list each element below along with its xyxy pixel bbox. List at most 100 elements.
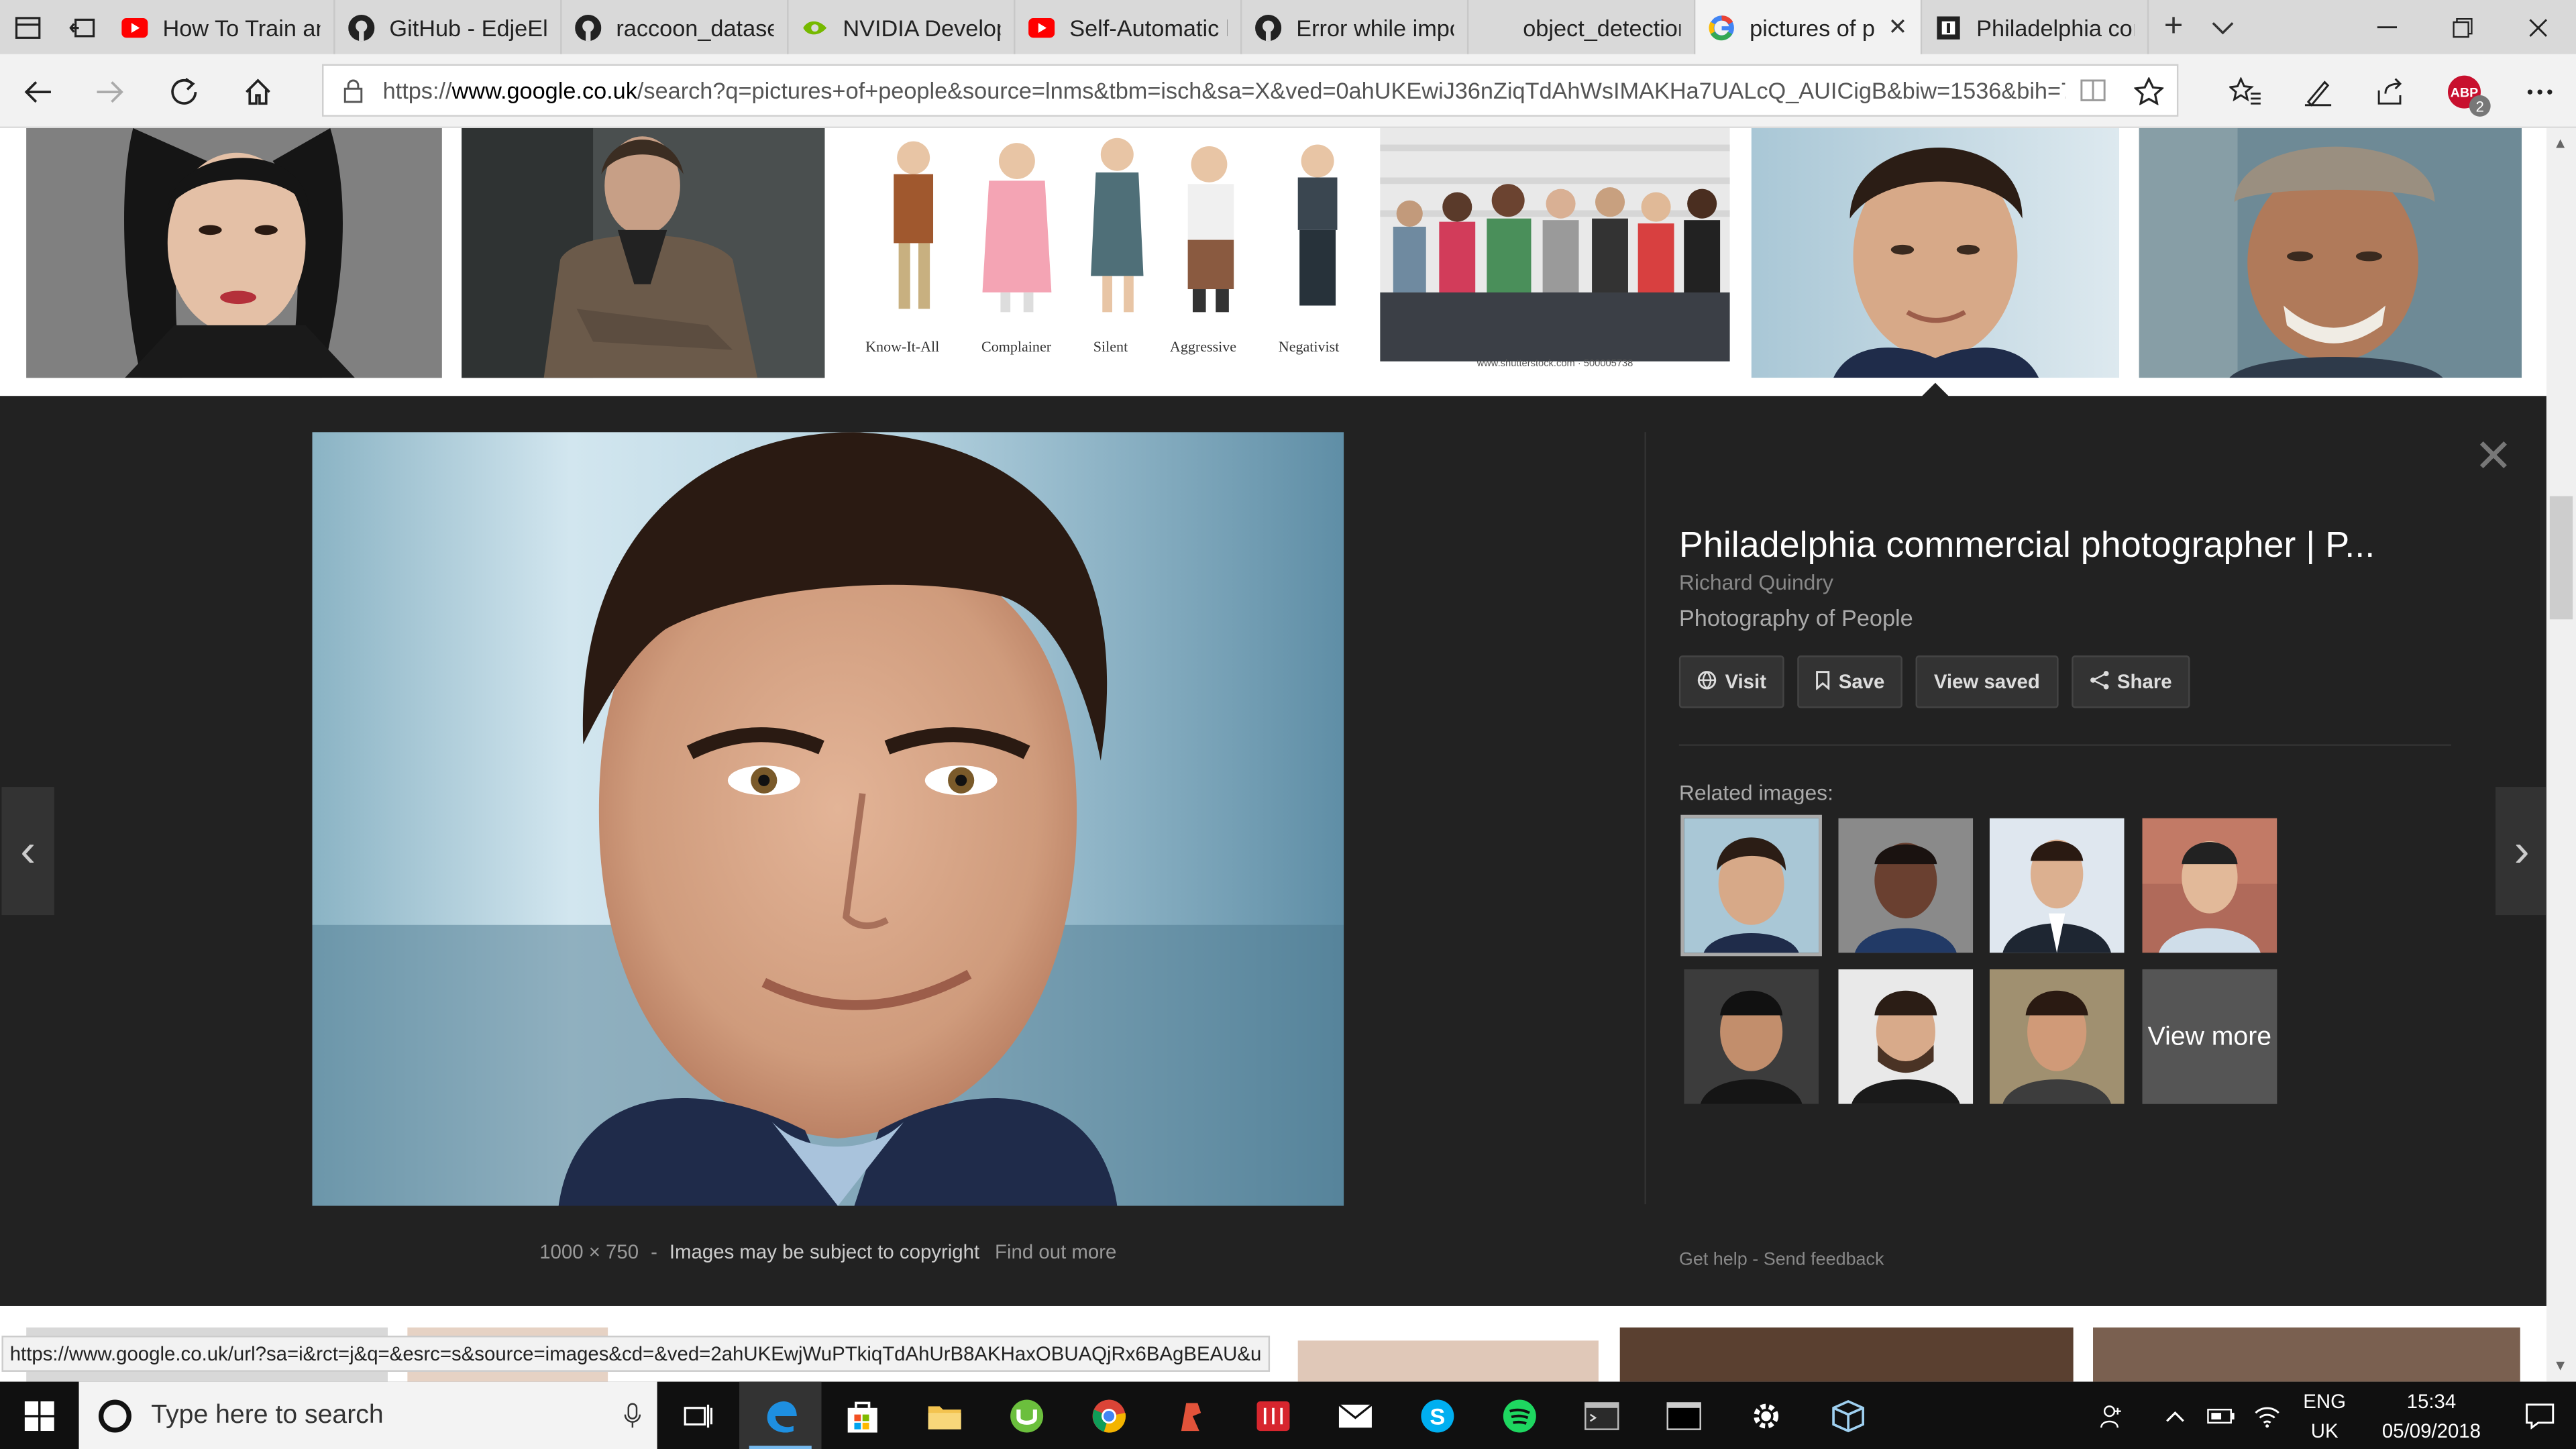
related-image-4[interactable] — [2142, 818, 2277, 953]
favorite-star-icon[interactable] — [2121, 76, 2177, 105]
related-image-6[interactable] — [1838, 969, 1974, 1104]
main-preview-image[interactable] — [312, 432, 1344, 1206]
send-feedback-link[interactable]: Send feedback — [1764, 1250, 1884, 1270]
related-image-3[interactable] — [1989, 818, 2125, 953]
result-image-group-seated[interactable]: www.shutterstock.com · 500005738 — [1380, 128, 1730, 378]
address-toolbar: https://www.google.co.uk/search?q=pictur… — [0, 54, 2576, 129]
tab-nvidia[interactable]: NVIDIA Develop — [789, 0, 1016, 54]
related-image-7[interactable] — [1989, 969, 2125, 1104]
find-out-more-link[interactable]: Find out more — [995, 1240, 1116, 1263]
system-clock[interactable]: 15:34 05/09/2018 — [2359, 1386, 2504, 1445]
related-image-2[interactable] — [1838, 818, 1974, 953]
tab-youtube-train[interactable]: How To Train an — [109, 0, 335, 54]
separator: - — [651, 1240, 657, 1264]
more-button[interactable] — [2515, 67, 2564, 116]
refresh-button[interactable] — [160, 67, 209, 116]
image-author: Richard Quindry — [1678, 570, 1833, 595]
result-image-partial[interactable] — [1619, 1327, 2074, 1382]
input-language[interactable]: ENG UK — [2290, 1386, 2359, 1445]
tab-github-edje[interactable]: GitHub - EdjeEle — [335, 0, 562, 54]
reading-view-icon[interactable] — [2065, 79, 2121, 102]
taskbar-chrome[interactable] — [1068, 1382, 1150, 1449]
visit-label: Visit — [1725, 670, 1766, 694]
action-center-icon[interactable] — [2504, 1402, 2576, 1429]
previous-image-button[interactable]: ‹ — [1, 787, 54, 916]
set-aside-tabs-button[interactable] — [54, 0, 109, 54]
tab-github-raccoon[interactable]: raccoon_dataset — [562, 0, 789, 54]
share-button[interactable]: Share — [2071, 655, 2190, 708]
taskbar-mail[interactable] — [1314, 1382, 1396, 1449]
taskbar-app-red[interactable] — [1150, 1382, 1232, 1449]
get-help-link[interactable]: Get help — [1679, 1250, 1748, 1270]
forward-button[interactable] — [85, 67, 134, 116]
taskbar-skype[interactable]: S — [1397, 1382, 1479, 1449]
favorites-button[interactable] — [2221, 67, 2270, 116]
tab-pictures-of-people[interactable]: pictures of p ✕ — [1695, 0, 1923, 54]
share-icon — [2089, 669, 2108, 694]
result-image-cartoon-types[interactable]: Know-It-All Complainer Silent Aggressive… — [844, 128, 1360, 378]
battery-icon[interactable] — [2198, 1407, 2245, 1424]
home-button[interactable] — [233, 67, 282, 116]
taskbar-settings[interactable] — [1725, 1382, 1807, 1449]
restore-button[interactable] — [2425, 0, 2501, 54]
tab-github-error[interactable]: Error while impc — [1242, 0, 1469, 54]
scrollbar-thumb[interactable] — [2549, 496, 2573, 620]
start-button[interactable] — [0, 1382, 79, 1449]
view-saved-button[interactable]: View saved — [1915, 655, 2058, 708]
taskbar-console[interactable] — [1643, 1382, 1725, 1449]
visit-button[interactable]: Visit — [1678, 655, 1784, 708]
taskbar-utorrent[interactable] — [985, 1382, 1067, 1449]
address-bar[interactable]: https://www.google.co.uk/search?q=pictur… — [322, 64, 2179, 117]
image-title-link[interactable]: Philadelphia commercial photographer | P… — [1679, 524, 2435, 567]
app-icon — [1181, 1402, 1201, 1430]
taskbar-file-explorer[interactable] — [904, 1382, 985, 1449]
portrait-image — [1751, 128, 2120, 378]
task-view-button[interactable] — [657, 1382, 739, 1449]
result-image-selected-man[interactable] — [1751, 128, 2120, 378]
microphone-icon[interactable] — [608, 1402, 657, 1428]
tab-preview-button[interactable] — [2198, 0, 2247, 54]
scroll-up-arrow-icon[interactable]: ▲ — [2553, 135, 2568, 151]
result-image-partial[interactable] — [1297, 1340, 1599, 1382]
close-window-button[interactable] — [2500, 0, 2576, 54]
tab-list-button[interactable] — [0, 0, 54, 54]
taskbar-app-book[interactable] — [1232, 1382, 1314, 1449]
related-image-1[interactable] — [1680, 814, 1822, 957]
tab-youtube-self-automatic[interactable]: Self-Automatic l — [1015, 0, 1242, 54]
scroll-down-arrow-icon[interactable]: ▼ — [2553, 1357, 2568, 1373]
share-toolbar-button[interactable] — [2366, 67, 2415, 116]
related-image-5[interactable] — [1684, 969, 1819, 1104]
back-button[interactable] — [13, 67, 62, 116]
tab-object-detection[interactable]: object_detectior — [1468, 0, 1696, 54]
page-scrollbar[interactable]: ▲ ▼ — [2546, 128, 2576, 1382]
show-hidden-icons-chevron-icon[interactable] — [2152, 1409, 2198, 1422]
save-button[interactable]: Save — [1797, 655, 1903, 708]
people-icon[interactable] — [2090, 1402, 2136, 1428]
close-tab-icon[interactable]: ✕ — [1888, 13, 1908, 42]
result-image-woman[interactable] — [26, 128, 442, 378]
cortana-icon[interactable] — [98, 1399, 131, 1432]
chrome-icon — [1092, 1399, 1126, 1432]
view-more-button[interactable]: View more — [2142, 969, 2277, 1104]
taskbar-spotify[interactable] — [1479, 1382, 1560, 1449]
next-image-button[interactable]: › — [2496, 787, 2546, 916]
result-image-older-man[interactable] — [2139, 128, 2522, 378]
web-note-button[interactable] — [2294, 67, 2343, 116]
youtube-icon — [121, 14, 148, 40]
chevron-down-icon — [2212, 21, 2234, 34]
taskbar-edge[interactable] — [739, 1381, 822, 1449]
result-image-man-jacket[interactable] — [462, 128, 825, 378]
taskbar-store[interactable] — [822, 1382, 904, 1449]
minimize-button[interactable] — [2349, 0, 2425, 54]
wifi-icon[interactable] — [2244, 1404, 2290, 1427]
taskbar-3d-app[interactable] — [1807, 1382, 1889, 1449]
tab-philadelphia[interactable]: Philadelphia cor — [1922, 0, 2149, 54]
taskbar-search-box[interactable]: Type here to search — [78, 1381, 657, 1449]
portrait-thumbnail — [1684, 818, 1819, 953]
new-tab-button[interactable]: + — [2149, 0, 2198, 54]
windows-taskbar: Type here to search S ENG UK 15:34 05/09… — [0, 1381, 2576, 1449]
taskbar-command-prompt[interactable] — [1561, 1382, 1643, 1449]
portrait-thumbnail — [1989, 818, 2125, 953]
close-viewer-button[interactable]: ✕ — [2474, 429, 2512, 483]
result-image-partial[interactable] — [2093, 1327, 2520, 1382]
